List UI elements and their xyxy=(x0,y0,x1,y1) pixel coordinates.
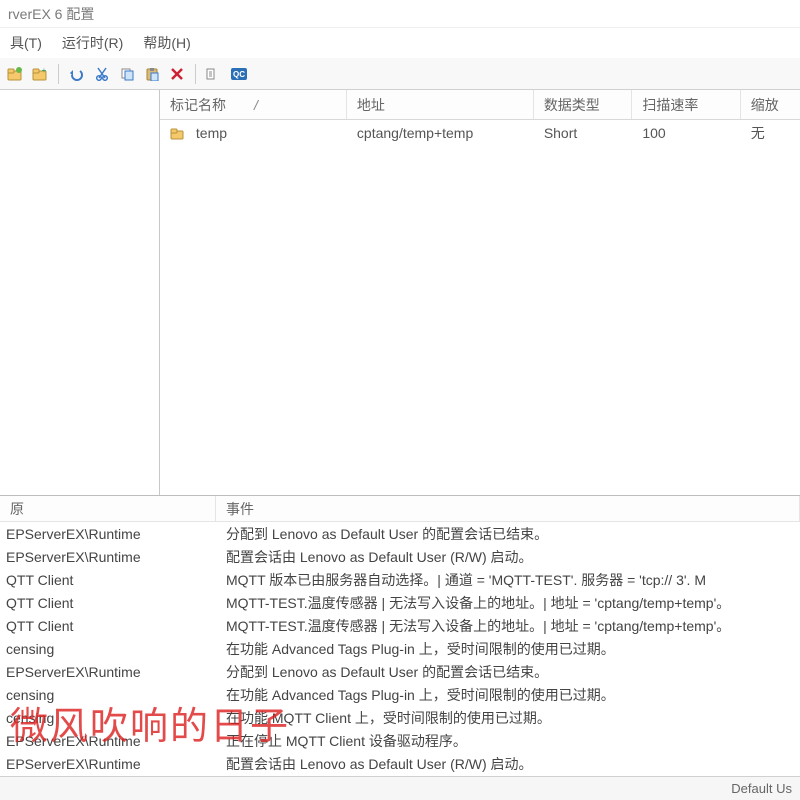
log-source-cell: QTT Client xyxy=(0,572,216,588)
col-scan-rate[interactable]: 扫描速率 xyxy=(632,90,740,119)
title-bar: rverEX 6 配置 xyxy=(0,0,800,28)
log-row[interactable]: EPServerEX\Runtime配置会话由 Lenovo as Defaul… xyxy=(0,545,800,568)
tag-icon xyxy=(170,128,186,140)
toolbar-separator xyxy=(58,64,59,84)
log-source-cell: EPServerEX\Runtime xyxy=(0,549,216,565)
quick-client-button[interactable]: QC xyxy=(228,63,250,85)
log-row[interactable]: EPServerEX\Runtime正在停止 MQTT Client 设备驱动程… xyxy=(0,729,800,752)
main-split: 标记名称 / 地址 数据类型 扫描速率 缩放 temp cptang/temp+… xyxy=(0,90,800,496)
properties-icon xyxy=(206,67,222,81)
col-tag-name[interactable]: 标记名称 / xyxy=(160,90,347,119)
folder-plus-icon: + xyxy=(32,67,48,81)
col-scaling[interactable]: 缩放 xyxy=(741,90,800,119)
log-source-cell: EPServerEX\Runtime xyxy=(0,664,216,680)
window-title: rverEX 6 配置 xyxy=(8,6,94,22)
log-source-cell: censing xyxy=(0,710,216,726)
event-log: 原 事件 EPServerEX\Runtime分配到 Lenovo as Def… xyxy=(0,496,800,776)
qc-icon: QC xyxy=(230,67,248,81)
menu-help[interactable]: 帮助(H) xyxy=(133,29,200,57)
log-row[interactable]: QTT ClientMQTT-TEST.温度传感器 | 无法写入设备上的地址。|… xyxy=(0,614,800,637)
undo-button[interactable] xyxy=(66,63,88,85)
col-data-type[interactable]: 数据类型 xyxy=(534,90,633,119)
log-row[interactable]: EPServerEX\Runtime配置会话由 Lenovo as Defaul… xyxy=(0,752,800,775)
paste-button[interactable] xyxy=(141,63,163,85)
log-row[interactable]: QTT ClientMQTT 版本已由服务器自动选择。| 通道 = 'MQTT-… xyxy=(0,568,800,591)
scissors-icon xyxy=(95,67,109,81)
tag-table: 标记名称 / 地址 数据类型 扫描速率 缩放 temp cptang/temp+… xyxy=(160,90,800,495)
tree-sidebar[interactable] xyxy=(0,90,160,495)
app-window: rverEX 6 配置 具(T) 运行时(R) 帮助(H) + xyxy=(0,0,800,800)
log-event-cell: 正在停止 MQTT Client 设备驱动程序。 xyxy=(216,731,800,751)
tag-name-cell: temp xyxy=(196,125,227,141)
svg-text:QC: QC xyxy=(233,70,245,79)
log-row[interactable]: censing在功能 MQTT Client 上，受时间限制的使用已过期。 xyxy=(0,706,800,729)
col-address[interactable]: 地址 xyxy=(347,90,534,119)
folder-new-icon xyxy=(7,67,23,81)
cut-button[interactable] xyxy=(91,63,113,85)
log-row[interactable]: QTT ClientMQTT-TEST.温度传感器 | 无法写入设备上的地址。|… xyxy=(0,591,800,614)
delete-button[interactable] xyxy=(166,63,188,85)
status-user: Default Us xyxy=(731,781,792,796)
undo-icon xyxy=(69,67,85,81)
log-col-event[interactable]: 事件 xyxy=(216,496,800,521)
toolbar-separator xyxy=(195,64,196,84)
log-event-cell: MQTT 版本已由服务器自动选择。| 通道 = 'MQTT-TEST'. 服务器… xyxy=(216,570,800,590)
menu-tools[interactable]: 具(T) xyxy=(0,29,52,57)
log-source-cell: censing xyxy=(0,641,216,657)
log-event-cell: MQTT-TEST.温度传感器 | 无法写入设备上的地址。| 地址 = 'cpt… xyxy=(216,593,800,613)
log-event-cell: 在功能 MQTT Client 上，受时间限制的使用已过期。 xyxy=(216,708,800,728)
log-event-cell: 在功能 Advanced Tags Plug-in 上，受时间限制的使用已过期。 xyxy=(216,685,800,705)
toolbar: + xyxy=(0,58,800,90)
event-log-header: 原 事件 xyxy=(0,496,800,522)
log-event-cell: MQTT-TEST.温度传感器 | 无法写入设备上的地址。| 地址 = 'cpt… xyxy=(216,616,800,636)
delete-x-icon xyxy=(170,67,184,81)
copy-icon xyxy=(120,67,134,81)
status-bar: Default Us xyxy=(0,776,800,800)
log-source-cell: EPServerEX\Runtime xyxy=(0,733,216,749)
data-type-cell: Short xyxy=(534,125,633,141)
log-source-cell: QTT Client xyxy=(0,618,216,634)
table-row[interactable]: temp cptang/temp+temp Short 100 无 xyxy=(160,120,800,146)
tag-table-header: 标记名称 / 地址 数据类型 扫描速率 缩放 xyxy=(160,90,800,120)
log-col-source[interactable]: 原 xyxy=(0,496,216,521)
log-event-cell: 在功能 Advanced Tags Plug-in 上，受时间限制的使用已过期。 xyxy=(216,639,800,659)
log-row[interactable]: EPServerEX\Runtime分配到 Lenovo as Default … xyxy=(0,660,800,683)
address-cell: cptang/temp+temp xyxy=(347,125,534,141)
log-row[interactable]: EPServerEX\Runtime分配到 Lenovo as Default … xyxy=(0,522,800,545)
log-source-cell: censing xyxy=(0,687,216,703)
log-event-cell: 配置会话由 Lenovo as Default User (R/W) 启动。 xyxy=(216,754,800,774)
log-row[interactable]: censing在功能 Advanced Tags Plug-in 上，受时间限制… xyxy=(0,683,800,706)
new-channel-button[interactable] xyxy=(4,63,26,85)
event-log-body[interactable]: EPServerEX\Runtime分配到 Lenovo as Default … xyxy=(0,522,800,776)
log-event-cell: 分配到 Lenovo as Default User 的配置会话已结束。 xyxy=(216,524,800,544)
menu-bar: 具(T) 运行时(R) 帮助(H) xyxy=(0,28,800,58)
paste-icon xyxy=(145,67,159,81)
log-source-cell: QTT Client xyxy=(0,595,216,611)
log-source-cell: EPServerEX\Runtime xyxy=(0,756,216,772)
log-source-cell: EPServerEX\Runtime xyxy=(0,526,216,542)
tag-table-body[interactable]: temp cptang/temp+temp Short 100 无 xyxy=(160,120,800,495)
scaling-cell: 无 xyxy=(741,123,800,143)
scan-rate-cell: 100 xyxy=(632,125,740,141)
log-event-cell: 配置会话由 Lenovo as Default User (R/W) 启动。 xyxy=(216,547,800,567)
new-device-button[interactable]: + xyxy=(29,63,51,85)
log-row[interactable]: censing在功能 Advanced Tags Plug-in 上，受时间限制… xyxy=(0,637,800,660)
properties-button[interactable] xyxy=(203,63,225,85)
copy-button[interactable] xyxy=(116,63,138,85)
menu-runtime[interactable]: 运行时(R) xyxy=(52,29,133,57)
log-event-cell: 分配到 Lenovo as Default User 的配置会话已结束。 xyxy=(216,662,800,682)
sort-indicator: / xyxy=(254,97,258,113)
svg-text:+: + xyxy=(42,67,47,75)
